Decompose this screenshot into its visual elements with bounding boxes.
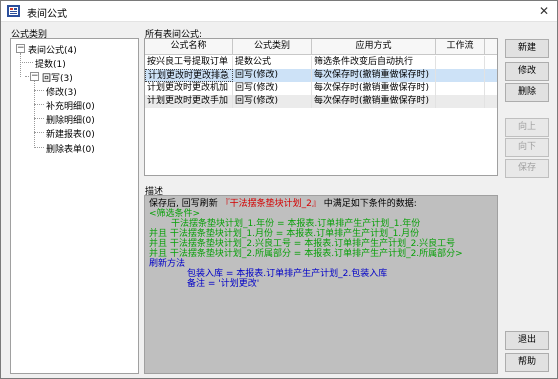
edit-button[interactable]: 修改 bbox=[505, 62, 549, 81]
cell-workflow bbox=[436, 95, 485, 108]
tree-line bbox=[34, 118, 44, 119]
move-down-button[interactable]: 向下 bbox=[505, 138, 549, 157]
category-tree: − 表间公式(4) 提数(1) − 回写(3) 修改(3) 补充明细(0) 删除… bbox=[10, 38, 139, 374]
desc-condition: 并且 干法摆条垫块计划_1.月份 = 本报表.订单排产生产计划_1.月份 bbox=[149, 229, 420, 239]
desc-method-line: 备注 = '计划更改' bbox=[187, 279, 260, 289]
app-icon bbox=[7, 5, 20, 17]
cell-category: 提数公式 bbox=[233, 56, 312, 69]
cell-workflow bbox=[436, 82, 485, 95]
cell-name: 按兴良工号提取订单 bbox=[145, 56, 233, 69]
column-header-category[interactable]: 公式类别 bbox=[233, 39, 312, 55]
cell-category: 回写(修改) bbox=[233, 82, 312, 95]
table-row[interactable]: 按兴良工号提取订单 提数公式 筛选条件改变后自动执行 bbox=[145, 56, 497, 69]
tree-line bbox=[34, 90, 44, 91]
cell-apply-mode: 每次保存时(撤销重做保存时) bbox=[312, 95, 436, 108]
cell-name: 计划更改时更改手加 bbox=[145, 95, 233, 108]
cell-apply-mode: 筛选条件改变后自动执行 bbox=[312, 56, 436, 69]
desc-condition: 并且 干法摆条垫块计划_2.所属部分 = 本报表.订单排产生产计划_2.所属部分… bbox=[149, 249, 463, 259]
tree-line bbox=[20, 53, 21, 77]
dialog-window: 表间公式 ✕ 公式类别 − 表间公式(4) 提数(1) − 回写(3) 修改(3… bbox=[0, 0, 558, 379]
tree-item-all-formulas[interactable]: 表间公式(4) bbox=[28, 43, 77, 56]
tree-item-delete-detail[interactable]: 删除明细(0) bbox=[46, 113, 95, 126]
move-up-button[interactable]: 向上 bbox=[505, 118, 549, 137]
tree-line bbox=[34, 81, 35, 148]
desc-summary-suffix: 中满足如下条件的数据: bbox=[323, 199, 417, 209]
desc-summary: 保存后, 回写刷新 『干法摆条垫块计划_2』 中满足如下条件的数据: bbox=[149, 199, 417, 209]
collapse-icon[interactable]: − bbox=[30, 72, 39, 81]
tree-item-new-report[interactable]: 新建报表(0) bbox=[46, 127, 95, 140]
cell-category: 回写(修改) bbox=[233, 69, 312, 82]
desc-condition: 干法摆条垫块计划_1.年份 = 本报表.订单排产生产计划_1.年份 bbox=[171, 219, 421, 229]
table-row-selected[interactable]: 计划更改时更改排急 回写(修改) 每次保存时(撤销重做保存时) bbox=[145, 69, 497, 82]
tree-line bbox=[20, 62, 33, 63]
tree-item-extract[interactable]: 提数(1) bbox=[35, 57, 66, 70]
column-header-workflow[interactable]: 工作流 bbox=[436, 39, 485, 55]
save-button[interactable]: 保存 bbox=[505, 159, 549, 178]
table-header: 公式名称 公式类别 应用方式 工作流 bbox=[145, 39, 497, 55]
desc-method-line: 包装入库 = 本报表.订单排产生产计划_2.包装入库 bbox=[187, 269, 388, 279]
exit-button[interactable]: 退出 bbox=[505, 331, 549, 350]
window-title: 表间公式 bbox=[27, 9, 67, 20]
cell-category: 回写(修改) bbox=[233, 95, 312, 108]
new-button[interactable]: 新建 bbox=[505, 39, 549, 58]
desc-summary-prefix: 保存后, 回写刷新 bbox=[149, 199, 218, 209]
table-row[interactable]: 计划更改时更改手加 回写(修改) 每次保存时(撤销重做保存时) bbox=[145, 95, 497, 108]
help-button[interactable]: 帮助 bbox=[505, 353, 549, 372]
title-bar[interactable]: 表间公式 ✕ bbox=[1, 1, 557, 22]
close-icon[interactable]: ✕ bbox=[536, 4, 552, 19]
tree-line bbox=[34, 147, 44, 148]
delete-button[interactable]: 删除 bbox=[505, 83, 549, 102]
tree-item-writeback[interactable]: 回写(3) bbox=[42, 71, 73, 84]
cell-name: 计划更改时更改排急 bbox=[145, 69, 233, 82]
desc-condition: 并且 干法摆条垫块计划_2.兴良工号 = 本报表.订单排产生产计划_2.兴良工号 bbox=[149, 239, 456, 249]
cell-name: 计划更改时更改机加 bbox=[145, 82, 233, 95]
table-row[interactable]: 计划更改时更改机加 回写(修改) 每次保存时(撤销重做保存时) bbox=[145, 82, 497, 95]
cell-workflow bbox=[436, 56, 485, 69]
desc-method-title: 刷新方法 bbox=[149, 259, 186, 269]
formula-table: 公式名称 公式类别 应用方式 工作流 按兴良工号提取订单 提数公式 筛选条件改变… bbox=[144, 38, 498, 176]
tree-item-modify[interactable]: 修改(3) bbox=[46, 85, 77, 98]
cell-apply-mode: 每次保存时(撤销重做保存时) bbox=[312, 69, 436, 82]
tree-item-add-detail[interactable]: 补充明细(0) bbox=[46, 99, 95, 112]
cell-workflow bbox=[436, 69, 485, 82]
description-panel: 保存后, 回写刷新 『干法摆条垫块计划_2』 中满足如下条件的数据: <筛选条件… bbox=[144, 195, 498, 374]
tree-line bbox=[34, 132, 44, 133]
column-header-apply-mode[interactable]: 应用方式 bbox=[312, 39, 436, 55]
collapse-icon[interactable]: − bbox=[16, 44, 25, 53]
desc-target-table: 『干法摆条垫块计划_2』 bbox=[220, 199, 321, 209]
column-header-name[interactable]: 公式名称 bbox=[145, 39, 233, 55]
tree-item-delete-form[interactable]: 删除表单(0) bbox=[46, 142, 95, 155]
desc-filter-title: <筛选条件> bbox=[149, 209, 201, 219]
cell-apply-mode: 每次保存时(撤销重做保存时) bbox=[312, 82, 436, 95]
tree-line bbox=[34, 104, 44, 105]
